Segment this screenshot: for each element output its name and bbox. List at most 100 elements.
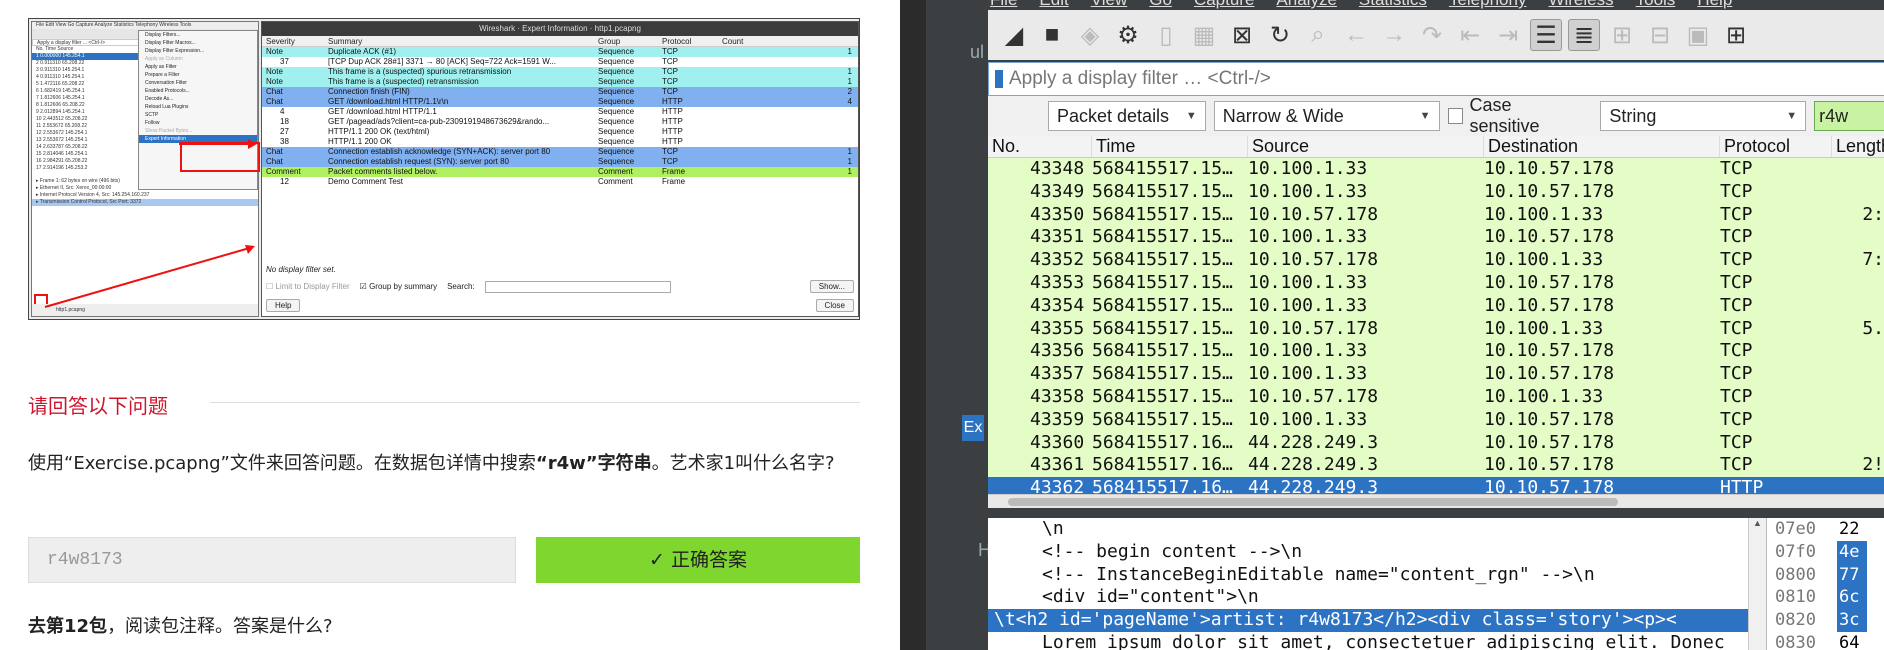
menu-item-statistics[interactable]: Statistics [1359, 0, 1427, 9]
detail-line[interactable]: \n [988, 518, 1748, 541]
expert-row[interactable]: 18 GET /pagead/ads?client=ca-pub-23091919… [262, 117, 858, 127]
expert-row[interactable]: 12 Demo Comment Test Comment Frame [262, 177, 858, 187]
detail-line[interactable]: Lorem ipsum dolor sit amet, consectetuer… [988, 632, 1748, 650]
col-time[interactable]: Time [1092, 136, 1248, 157]
bookmark-icon[interactable] [995, 69, 1003, 88]
find-bar: Packet details ▼ Narrow & Wide ▼ Case sens… [988, 95, 1884, 137]
detail-line[interactable]: \t<h2 id='pageName'>artist: r4w8173</h2>… [988, 609, 1748, 632]
group-by-summary-checkbox[interactable]: ☑ Group by summary [360, 282, 437, 291]
packet-row[interactable]: 43360 568415517.16… 44.228.249.3 10.10.57.1… [988, 432, 1884, 455]
expert-row[interactable]: 37 [TCP Dup ACK 28#1] 3371 → 80 [ACK] Seq… [262, 57, 858, 67]
go-back-icon[interactable]: ← [1340, 19, 1372, 51]
zoom-in-icon[interactable]: ⊞ [1606, 19, 1638, 51]
wireshark-window: ul H Ex FileEditViewGoCaptureAnalyzeStat… [926, 0, 1884, 650]
col-source[interactable]: Source [1248, 136, 1484, 157]
expert-row[interactable]: Chat Connection establish request (SYN): … [262, 157, 858, 167]
packet-row[interactable]: 43362 568415517.16… 44.228.249.3 10.10.57.1… [988, 477, 1884, 494]
search-in-select[interactable]: Packet details ▼ [1048, 101, 1206, 131]
menu-item-help[interactable]: Help [1697, 0, 1732, 9]
open-file-icon[interactable]: ▯ [1150, 19, 1182, 51]
hex-row[interactable]: 07f0 4e [1767, 540, 1884, 564]
expert-search-input[interactable] [484, 280, 671, 293]
hex-row[interactable]: 0820 3c [1767, 609, 1884, 632]
packet-row[interactable]: 43361 568415517.16… 44.228.249.3 10.10.57.1… [988, 454, 1884, 477]
col-no[interactable]: No. [988, 136, 1092, 157]
shark-fin-start-icon[interactable]: ◢ [998, 19, 1030, 51]
expert-row[interactable]: 38 HTTP/1.1 200 OK Sequence HTTP [262, 137, 858, 147]
expert-row[interactable]: Chat GET /download.html HTTP/1.1\r\n Seque… [262, 97, 858, 107]
show-button[interactable]: Show... [809, 280, 854, 293]
capture-options-gear-icon[interactable]: ⚙ [1112, 19, 1144, 51]
packet-row[interactable]: 43354 568415517.15… 10.100.1.33 10.10.57.17… [988, 295, 1884, 318]
go-forward-icon[interactable]: → [1378, 19, 1410, 51]
packet-row[interactable]: 43359 568415517.15… 10.100.1.33 10.10.57.17… [988, 409, 1884, 432]
menu-item-tools[interactable]: Tools [1636, 0, 1676, 9]
expert-row[interactable]: 4 GET /download.html HTTP/1.1 Sequence HTTP [262, 107, 858, 117]
normal-size-icon[interactable]: ▣ [1682, 19, 1714, 51]
expert-row[interactable]: 27 HTTP/1.1 200 OK (text/html) Sequence HTT… [262, 127, 858, 137]
question-2-text: 去第12包，阅读包注释。答案是什么? [28, 616, 333, 637]
packet-row[interactable]: 43358 568415517.15… 10.10.57.178 10.100.1.3… [988, 386, 1884, 409]
find-packet-icon[interactable]: ⌕ [1302, 19, 1334, 51]
zoom-out-icon[interactable]: ⊟ [1644, 19, 1676, 51]
hex-row[interactable]: 0830 64 [1767, 632, 1884, 650]
packet-row[interactable]: 43349 568415517.15… 10.100.1.33 10.10.57.17… [988, 181, 1884, 204]
colorize-icon[interactable]: ≣ [1568, 19, 1600, 51]
hex-row[interactable]: 07e0 22 [1767, 518, 1884, 541]
resize-columns-icon[interactable]: ⊞ [1720, 19, 1752, 51]
packet-row[interactable]: 43356 568415517.15… 10.100.1.33 10.10.57.17… [988, 340, 1884, 363]
go-to-packet-icon[interactable]: ↷ [1416, 19, 1448, 51]
packet-row[interactable]: 43350 568415517.15… 10.10.57.178 10.100.1.3… [988, 204, 1884, 227]
packet-row[interactable]: 43348 568415517.15… 10.100.1.33 10.10.57.17… [988, 158, 1884, 181]
packet-row[interactable]: 43352 568415517.15… 10.10.57.178 10.100.1.3… [988, 249, 1884, 272]
hex-row[interactable]: 0800 77 [1767, 563, 1884, 587]
packet-row[interactable]: 43351 568415517.15… 10.100.1.33 10.10.57.17… [988, 226, 1884, 249]
menu-item-edit[interactable]: Edit [1039, 0, 1068, 9]
expert-row[interactable]: Note Duplicate ACK (#1) Sequence TCP 1 [262, 47, 858, 57]
packet-bytes-pane: 07e0 22 07f0 4e 0800 77 0810 6c 0820 3c 0830 64 [1766, 518, 1884, 650]
detail-vscroll[interactable]: ▲ [1748, 518, 1766, 650]
char-width-select[interactable]: Narrow & Wide ▼ [1213, 101, 1440, 131]
close-file-icon[interactable]: ⊠ [1226, 19, 1258, 51]
save-file-icon[interactable]: ▦ [1188, 19, 1220, 51]
expert-row[interactable]: Chat Connection establish acknowledge (SY… [262, 147, 858, 157]
stop-capture-icon[interactable]: ■ [1036, 19, 1068, 51]
detail-line[interactable]: <!-- begin content -->\n [988, 541, 1748, 564]
menu-item-file[interactable]: File [990, 0, 1017, 9]
col-destination[interactable]: Destination [1484, 136, 1720, 157]
menu-item-go[interactable]: Go [1149, 0, 1172, 9]
menu-item-view[interactable]: View [1091, 0, 1128, 9]
autoscroll-icon[interactable]: ☰ [1530, 19, 1562, 51]
reload-file-icon[interactable]: ↻ [1264, 19, 1296, 51]
close-button[interactable]: Close [815, 299, 854, 312]
detail-line[interactable]: <!-- InstanceBeginEditable name="content… [988, 564, 1748, 587]
packet-row[interactable]: 43355 568415517.15… 10.10.57.178 10.100.1.3… [988, 318, 1884, 341]
packet-list-hscroll[interactable] [988, 494, 1884, 508]
case-sensitive-checkbox[interactable]: Case sensitive [1447, 95, 1587, 137]
help-button[interactable]: Help [266, 299, 301, 312]
last-packet-icon[interactable]: ⇥ [1492, 19, 1524, 51]
expert-row[interactable]: Note This frame is a (suspected) spurious… [262, 67, 858, 77]
menu-item-capture[interactable]: Capture [1194, 0, 1254, 9]
hex-row[interactable]: 0810 6c [1767, 586, 1884, 610]
expert-row[interactable]: Chat Connection finish (FIN) Sequence TCP 2 [262, 87, 858, 97]
detail-line[interactable]: <div id="content">\n [988, 586, 1748, 609]
restart-capture-icon[interactable]: ◈ [1074, 19, 1106, 51]
packet-detail-pane: \n <!-- begin content -->\n <!-- InstanceB… [988, 518, 1748, 650]
limit-to-filter-checkbox[interactable]: ☐ Limit to Display Filter [266, 282, 350, 291]
display-filter-input[interactable]: Apply a display filter … <Ctrl-/> [988, 62, 1884, 96]
packet-row[interactable]: 43353 568415517.15… 10.100.1.33 10.10.57.17… [988, 272, 1884, 295]
first-packet-icon[interactable]: ⇤ [1454, 19, 1486, 51]
menu-item-telephony[interactable]: Telephony [1449, 0, 1527, 9]
menu-item-wireless[interactable]: Wireless [1548, 0, 1613, 9]
col-length[interactable]: Length [1832, 136, 1884, 157]
col-protocol[interactable]: Protocol [1720, 136, 1832, 157]
expert-row[interactable]: Comment Packet comments listed below. Comm… [262, 167, 858, 177]
find-string-input[interactable]: r4w [1814, 101, 1884, 131]
correct-answer-button[interactable]: ✓ 正确答案 [536, 537, 860, 583]
menu-item-analyze[interactable]: Analyze [1276, 0, 1336, 9]
answer-input[interactable]: r4w8173 [28, 537, 516, 583]
packet-row[interactable]: 43357 568415517.15… 10.100.1.33 10.10.57.17… [988, 363, 1884, 386]
expert-row[interactable]: Note This frame is a (suspected) retransm… [262, 77, 858, 87]
search-type-select[interactable]: String ▼ [1600, 101, 1807, 131]
